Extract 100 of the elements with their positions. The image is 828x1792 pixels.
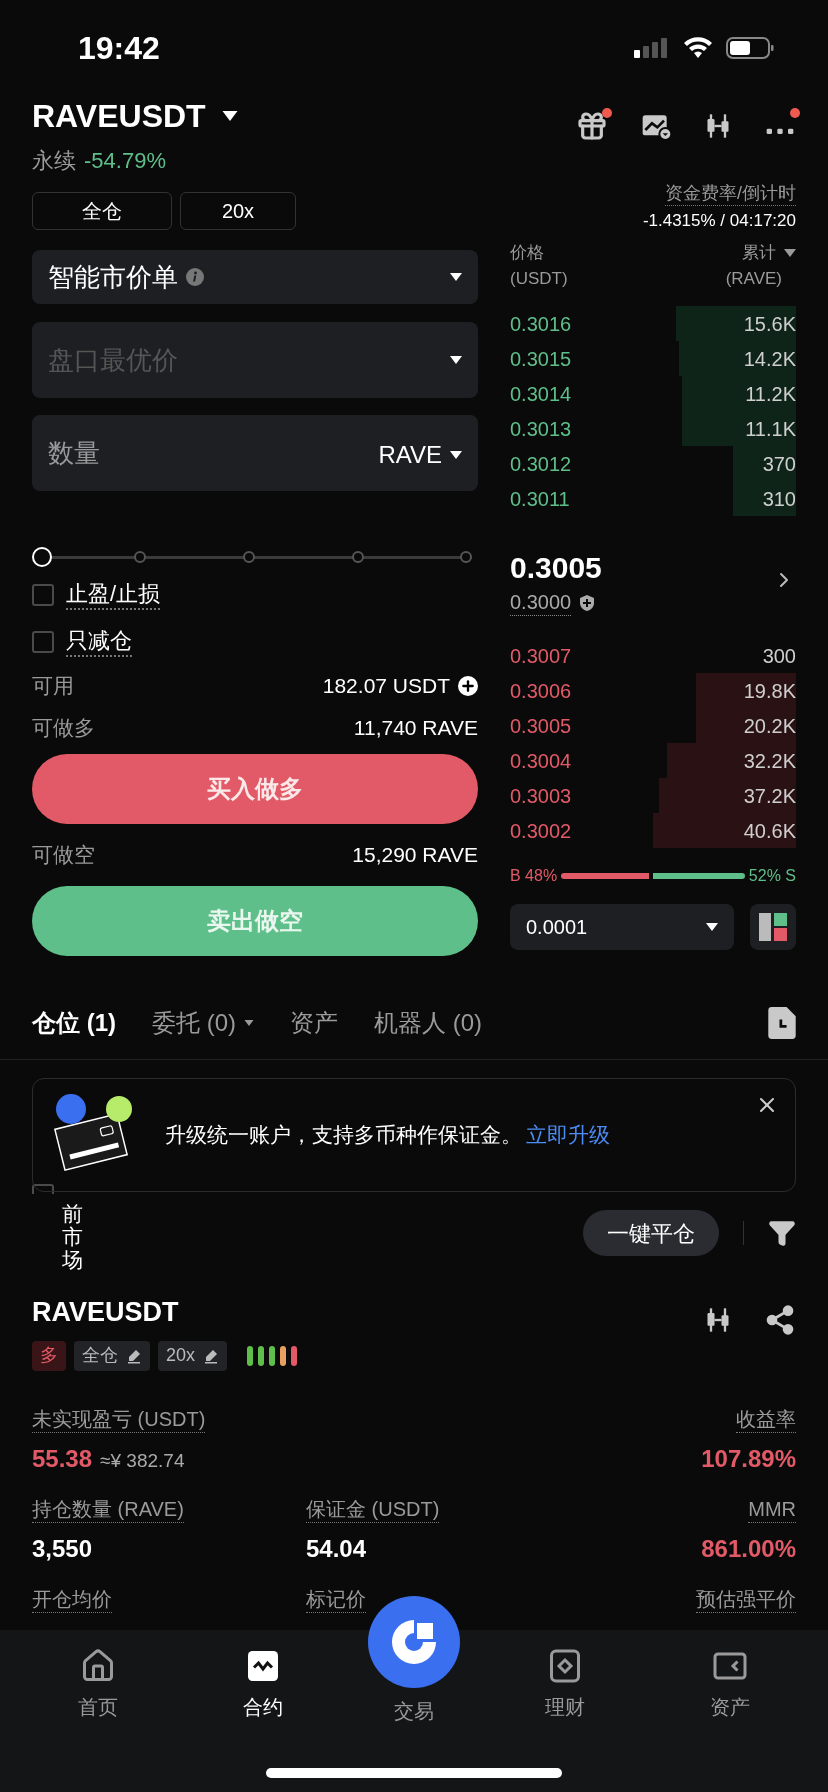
- checkbox[interactable]: [32, 584, 54, 606]
- price-cell-text: 0.3007: [510, 643, 572, 669]
- symbol-selector[interactable]: RAVEUSDT: [32, 92, 238, 140]
- signal-icon: [634, 36, 670, 60]
- funding-value: -1.4315% / 04:17:20: [642, 209, 796, 232]
- column-header: 价格: [510, 242, 545, 264]
- buy-ratio: B 48%: [510, 866, 558, 886]
- stat-value: 54.04: [306, 1533, 367, 1564]
- slider-step[interactable]: [460, 551, 472, 563]
- stat-value: 107.89%: [701, 1443, 796, 1474]
- stat-label[interactable]: 未实现盈亏 (USDT): [32, 1406, 206, 1433]
- option-label[interactable]: 只减仓: [66, 627, 132, 657]
- total-cell-text: 20.2K: [743, 713, 796, 739]
- caret-icon: [221, 111, 238, 121]
- position-tab[interactable]: 资产: [290, 1004, 338, 1041]
- nav-item[interactable]: 交易: [368, 1596, 460, 1726]
- price-cell-text: 0.3014: [510, 381, 572, 407]
- upgrade-link[interactable]: 立即升级: [526, 1123, 610, 1147]
- stat-sub-value: ≈¥ 382.74: [100, 1448, 185, 1473]
- price-cell-text: 0.3013: [510, 416, 572, 442]
- layout-icon[interactable]: [750, 904, 796, 950]
- pencil-icon: [126, 1347, 142, 1364]
- info-value: 11,740 RAVE: [353, 715, 478, 742]
- margin-button[interactable]: 20x: [180, 192, 296, 230]
- caret-icon: [450, 273, 462, 281]
- depth-bar: [733, 481, 796, 516]
- column-header: 累计: [742, 240, 796, 266]
- pencil-icon: [203, 1347, 220, 1364]
- mode-tag[interactable]: 全仓: [74, 1340, 150, 1371]
- price-cell-text: 0.3002: [510, 818, 572, 844]
- nav-item[interactable]: 首页: [38, 1648, 159, 1722]
- info-icon: [186, 268, 204, 286]
- price-cell-text: 0.3015: [510, 346, 572, 372]
- stat-value: 3,550: [32, 1533, 93, 1564]
- wifi-icon: [682, 36, 714, 60]
- total-cell-text: 11.2K: [745, 381, 796, 407]
- caret-icon: [450, 451, 462, 459]
- nav-item[interactable]: 资产: [669, 1648, 790, 1722]
- slider-step[interactable]: [352, 551, 364, 563]
- status-time: 19:42: [78, 29, 160, 68]
- nav-item[interactable]: 合约: [203, 1648, 324, 1722]
- nav-item[interactable]: 理财: [504, 1648, 625, 1722]
- price-cell-text: 0.3003: [510, 783, 572, 809]
- stat-label[interactable]: 标记价: [306, 1586, 366, 1613]
- total-cell-text: 37.2K: [743, 783, 796, 809]
- history-icon[interactable]: [768, 1006, 796, 1039]
- option-label[interactable]: 止盈/止损: [66, 580, 161, 610]
- stat-label[interactable]: 开仓均价: [32, 1586, 112, 1613]
- stat-label[interactable]: 持仓数量 (RAVE): [32, 1496, 184, 1523]
- total-cell-text: 310: [762, 486, 796, 512]
- position-tab[interactable]: 仓位 (1): [32, 1004, 116, 1041]
- slider-step[interactable]: [134, 551, 146, 563]
- price-cell-text: 0.3004: [510, 748, 572, 774]
- stat-label[interactable]: 收益率: [736, 1406, 796, 1433]
- price-change: -54.79%: [84, 147, 166, 175]
- caret-icon: [706, 923, 718, 931]
- total-cell-text: 40.6K: [743, 818, 796, 844]
- stat-label[interactable]: MMR: [748, 1496, 796, 1523]
- close-all-button[interactable]: 一键平仓: [583, 1210, 719, 1256]
- margin-button[interactable]: 全仓: [32, 192, 172, 230]
- total-cell-text: 300: [762, 643, 796, 669]
- checkbox[interactable]: [32, 631, 54, 653]
- stat-label[interactable]: 预估强平价: [696, 1586, 796, 1613]
- last-price: 0.3005: [510, 549, 602, 586]
- gift-icon[interactable]: [576, 110, 608, 142]
- slider-step[interactable]: [243, 551, 255, 563]
- price-cell-text: 0.3005: [510, 713, 572, 739]
- order-type-select[interactable]: 智能市价单: [32, 250, 478, 304]
- filter-icon[interactable]: [768, 1219, 796, 1247]
- stat-value: 55.38: [32, 1443, 93, 1474]
- price-cell-text: 0.3011: [510, 486, 570, 512]
- caret-icon: [784, 248, 796, 257]
- precision-select[interactable]: 0.0001: [510, 904, 734, 950]
- total-cell-text: 14.2K: [743, 346, 796, 372]
- add-icon[interactable]: [458, 676, 478, 696]
- price-cell-text: 0.3016: [510, 311, 572, 337]
- info-label: 可做多: [32, 715, 95, 742]
- unit-selector[interactable]: RAVE: [378, 437, 462, 473]
- funding-label[interactable]: 资金费率/倒计时: [665, 182, 796, 206]
- stat-value: 861.00%: [701, 1533, 796, 1564]
- slider-thumb[interactable]: [32, 547, 52, 567]
- mark-price: 0.3000: [510, 589, 572, 616]
- market-filter-label[interactable]: 前市场: [62, 1202, 83, 1272]
- stat-label[interactable]: 保证金 (USDT): [306, 1496, 440, 1523]
- position-tab[interactable]: 委托 (0): [152, 1004, 254, 1041]
- total-cell-text: 32.2K: [743, 748, 796, 774]
- total-cell-text: 15.6K: [743, 311, 796, 337]
- caret-icon: [450, 356, 462, 364]
- price-cell-text: 0.3006: [510, 678, 572, 704]
- battery-icon: [726, 36, 774, 60]
- mode-tag[interactable]: 20x: [158, 1340, 228, 1371]
- shield-plus-icon: [579, 594, 596, 611]
- upgrade-message: 升级统一账户，支持多币种作保证金。 立即升级: [165, 1122, 610, 1149]
- info-label: 可用: [32, 673, 74, 700]
- total-cell-text: 11.1K: [745, 416, 796, 442]
- position-tab[interactable]: 机器人 (0): [374, 1004, 482, 1041]
- info-label: 可做空: [32, 842, 95, 869]
- info-value: 182.07 USDT: [322, 673, 450, 700]
- share-icon[interactable]: [764, 1304, 796, 1336]
- contract-type: 永续: [32, 147, 76, 175]
